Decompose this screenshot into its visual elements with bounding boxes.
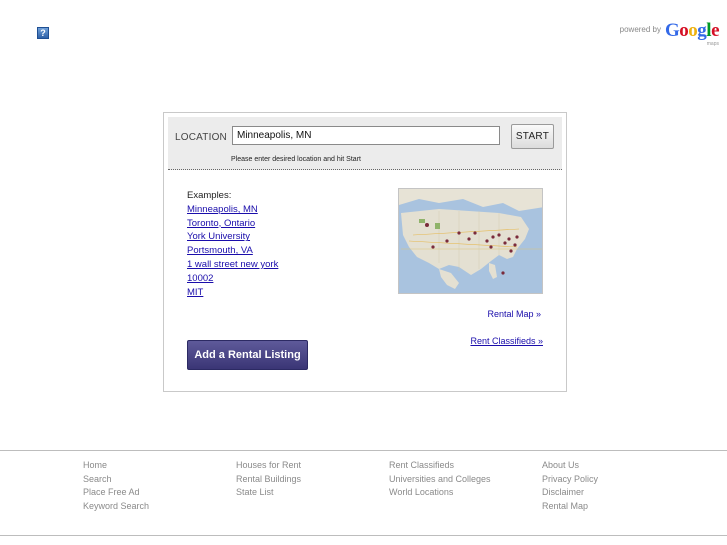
footer-link-state-list[interactable]: State List: [236, 486, 301, 500]
powered-by-text: powered by: [619, 25, 661, 34]
examples-title: Examples:: [187, 190, 232, 201]
footer-column-1: Home Search Place Free Ad Keyword Search: [83, 459, 149, 513]
location-input[interactable]: [232, 126, 500, 145]
footer-link-about-us[interactable]: About Us: [542, 459, 598, 473]
rent-classifieds-link[interactable]: Rent Classifieds »: [470, 336, 543, 346]
example-link-zip[interactable]: 10002: [187, 272, 278, 286]
add-rental-listing-button[interactable]: Add a Rental Listing: [187, 340, 308, 370]
footer-link-universities[interactable]: Universities and Colleges: [389, 473, 491, 487]
footer-link-home[interactable]: Home: [83, 459, 149, 473]
example-link-portsmouth[interactable]: Portsmouth, VA: [187, 244, 278, 258]
location-hint: Please enter desired location and hit St…: [231, 156, 361, 163]
examples-list: Examples: Minneapolis, MN Toronto, Ontar…: [187, 189, 278, 299]
footer-link-keyword-search[interactable]: Keyword Search: [83, 500, 149, 514]
map-thumbnail[interactable]: [398, 188, 543, 294]
footer-link-place-free-ad[interactable]: Place Free Ad: [83, 486, 149, 500]
footer-link-world-locations[interactable]: World Locations: [389, 486, 491, 500]
powered-by-google: powered by Google maps: [619, 20, 720, 47]
footer-column-3: Rent Classifieds Universities and Colleg…: [389, 459, 491, 500]
start-button[interactable]: START: [511, 124, 554, 149]
footer-column-2: Houses for Rent Rental Buildings State L…: [236, 459, 301, 500]
example-link-mit[interactable]: MIT: [187, 286, 278, 300]
example-link-minneapolis[interactable]: Minneapolis, MN: [187, 203, 278, 217]
footer-link-rent-classifieds[interactable]: Rent Classifieds: [389, 459, 491, 473]
example-link-wall-street[interactable]: 1 wall street new york: [187, 258, 278, 272]
footer-link-disclaimer[interactable]: Disclaimer: [542, 486, 598, 500]
footer-column-4: About Us Privacy Policy Disclaimer Renta…: [542, 459, 598, 513]
footer-link-privacy-policy[interactable]: Privacy Policy: [542, 473, 598, 487]
help-icon[interactable]: ?: [37, 27, 49, 39]
google-logo: Google: [665, 20, 719, 41]
example-link-toronto[interactable]: Toronto, Ontario: [187, 217, 278, 231]
footer-top-divider: [0, 450, 727, 451]
location-label: LOCATION: [175, 132, 227, 143]
location-bar: LOCATION START Please enter desired loca…: [168, 117, 562, 170]
footer-link-rental-map[interactable]: Rental Map: [542, 500, 598, 514]
footer-link-houses-for-rent[interactable]: Houses for Rent: [236, 459, 301, 473]
search-panel: LOCATION START Please enter desired loca…: [163, 112, 567, 392]
north-america-map-image: [399, 189, 542, 293]
rental-map-link[interactable]: Rental Map »: [487, 309, 541, 319]
footer-link-search[interactable]: Search: [83, 473, 149, 487]
footer-link-rental-buildings[interactable]: Rental Buildings: [236, 473, 301, 487]
example-link-york-university[interactable]: York University: [187, 230, 278, 244]
google-maps-sub: maps: [706, 41, 719, 47]
footer-bottom-divider: [0, 535, 727, 536]
